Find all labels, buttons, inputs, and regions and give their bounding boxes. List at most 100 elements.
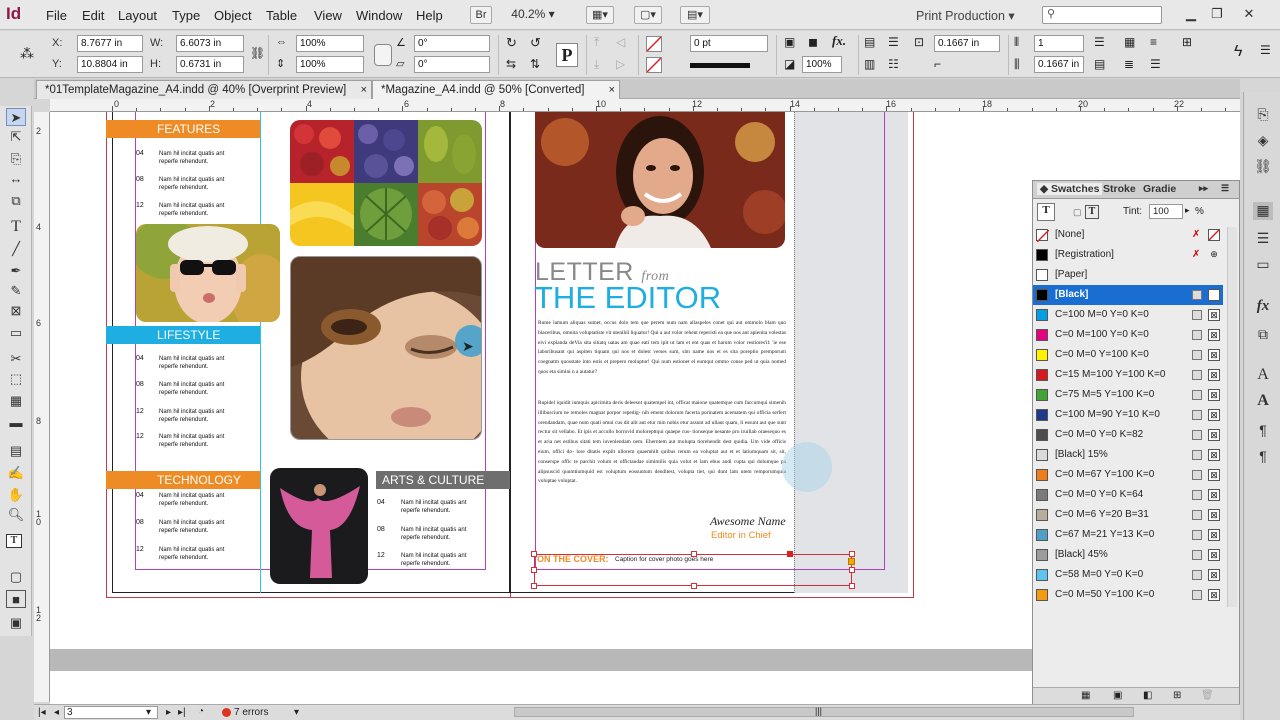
arrange-documents-icon[interactable]: ▤▾: [680, 6, 710, 24]
scissors-tool-icon[interactable]: ✂: [6, 350, 26, 368]
tab-swatches[interactable]: ◆ Swatches: [1037, 183, 1103, 195]
swatch-row[interactable]: C=75 M=5 Y=100 K=0 ⊠: [1033, 385, 1223, 405]
features-header[interactable]: FEATURES: [106, 120, 260, 138]
stroke-type-dropdown[interactable]: [690, 58, 768, 72]
scale-y-field[interactable]: 100%: [296, 56, 364, 73]
pen-tool-icon[interactable]: ✒: [6, 262, 26, 280]
swatch-row[interactable]: C=0 M=50 Y=100 K=0 ⊠: [1033, 585, 1223, 605]
selection-handle[interactable]: [849, 551, 855, 557]
the-editor-heading[interactable]: THE EDITOR: [534, 280, 721, 316]
item-text[interactable]: Nam hil incitat quatis ant reperfe rehen…: [159, 176, 239, 192]
item-text[interactable]: Nam hil incitat quatis ant reperfe rehen…: [159, 381, 239, 397]
selection-handle[interactable]: [691, 583, 697, 589]
close-icon[interactable]: ×: [609, 81, 615, 99]
signature-title[interactable]: Editor in Chief: [711, 530, 771, 541]
item-text[interactable]: Nam hil incitat quatis ant reperfe rehen…: [401, 552, 481, 568]
span-columns-icon[interactable]: ▦: [1124, 35, 1140, 51]
swatch-row[interactable]: C=67 M=21 Y=13 K=0 ⊠: [1033, 525, 1223, 545]
free-transform-tool-icon[interactable]: ⬚: [6, 370, 26, 388]
panel-menu-icon[interactable]: ☰: [1221, 183, 1229, 194]
rectangle-tool-icon[interactable]: ▭: [6, 324, 26, 342]
lifestyle-header[interactable]: LIFESTYLE: [106, 326, 260, 344]
screen-mode-icon[interactable]: ▣: [6, 614, 26, 632]
pages-panel-icon[interactable]: ⎘: [1253, 106, 1273, 124]
selection-handle[interactable]: [787, 551, 793, 557]
menu-file[interactable]: File: [46, 8, 67, 23]
overflow-handle[interactable]: [848, 558, 855, 565]
fruit-collage-photo[interactable]: [290, 120, 482, 246]
split-columns-icon[interactable]: ≡: [1150, 35, 1166, 51]
stroke-panel-icon[interactable]: ☰: [1253, 230, 1273, 248]
swatch-row[interactable]: C=0 M=100 Y=0 K=0 ⊠: [1033, 325, 1223, 345]
paragraph-icon[interactable]: P: [556, 43, 578, 67]
align-center-icon[interactable]: ☰: [888, 35, 904, 51]
swatch-row[interactable]: C=58 M=0 Y=0 K=0 ⊠: [1033, 565, 1223, 585]
dancer-photo[interactable]: [270, 468, 368, 584]
constrain-proportions-icon[interactable]: ⛓: [250, 46, 266, 62]
links-panel-icon[interactable]: ⛓: [1253, 158, 1273, 176]
screen-mode-icon[interactable]: ▢▾: [634, 6, 662, 24]
item-text[interactable]: Nam hil incitat quatis ant reperfe rehen…: [159, 492, 239, 508]
flip-v-icon[interactable]: ⇅: [530, 57, 546, 73]
select-container-icon[interactable]: ⤒: [594, 35, 610, 51]
gap-tool-icon[interactable]: ↔: [6, 170, 26, 188]
stroke-swatch-icon[interactable]: [646, 57, 662, 73]
flip-h-icon[interactable]: ⇆: [506, 57, 522, 73]
makeup-face-photo[interactable]: [290, 256, 482, 440]
character-panel-icon[interactable]: A: [1253, 366, 1273, 384]
text-wrap-icon[interactable]: ▥: [864, 57, 880, 73]
selection-tool-icon[interactable]: ➤: [6, 108, 26, 126]
bridge-button[interactable]: Br: [470, 6, 492, 24]
tab-gradient[interactable]: Gradie: [1143, 183, 1176, 195]
opacity-field[interactable]: 100%: [802, 56, 842, 73]
gutter-field[interactable]: 0.1667 in: [1034, 56, 1084, 73]
item-text[interactable]: Nam hil incitat quatis ant reperfe rehen…: [159, 202, 239, 218]
item-text[interactable]: Nam hil incitat quatis ant reperfe rehen…: [159, 150, 239, 166]
first-page-icon[interactable]: |◂: [38, 707, 46, 718]
item-text[interactable]: Nam hil incitat quatis ant reperfe rehen…: [401, 499, 481, 515]
rotate-ccw-icon[interactable]: ↺: [530, 35, 546, 51]
effects-panel-icon[interactable]: fx: [1253, 298, 1273, 316]
lightning-icon[interactable]: ϟ: [1234, 43, 1250, 60]
tint-field[interactable]: 100: [1149, 204, 1183, 219]
item-text[interactable]: Nam hil incitat quatis ant reperfe rehen…: [159, 355, 239, 371]
drop-shadow-icon[interactable]: ▣: [784, 35, 800, 51]
selection-handle[interactable]: [531, 583, 537, 589]
swatch-row[interactable]: [Black] ⊠: [1033, 285, 1223, 305]
menu-window[interactable]: Window: [356, 8, 402, 23]
fill-stroke-icon[interactable]: T: [1037, 203, 1055, 221]
fx-icon[interactable]: fx.: [832, 33, 848, 49]
new-swatch-icon[interactable]: ⊞: [1173, 690, 1181, 701]
hand-tool-icon[interactable]: ✋: [6, 486, 26, 504]
next-page-icon[interactable]: ▸: [166, 707, 171, 718]
item-text[interactable]: Nam hil incitat quatis ant reperfe rehen…: [159, 519, 239, 535]
zoom-tool-icon[interactable]: 🔍︎: [6, 506, 26, 524]
show-all-swatches-icon[interactable]: ▦: [1081, 690, 1090, 701]
swatch-row[interactable]: C=0 M=0 Y=0 K=82 ⊠: [1033, 425, 1223, 445]
paragraph-panel-icon[interactable]: ¶: [1253, 448, 1273, 466]
tab-magazine-a4[interactable]: *Magazine_A4.indd @ 50% [Converted] ×: [372, 80, 620, 99]
paragraph-styles-icon[interactable]: ¶: [1253, 422, 1273, 440]
tab-stroke[interactable]: Stroke: [1103, 183, 1136, 195]
show-color-swatches-icon[interactable]: ▣: [1113, 690, 1122, 701]
rectangle-frame-tool-icon[interactable]: ⊠: [6, 302, 26, 320]
swatch-row[interactable]: [Black] 15% ⊠: [1033, 445, 1223, 465]
text-bottom-icon[interactable]: ☷: [888, 57, 904, 73]
zoom-level-dropdown[interactable]: 40.2% ▾: [500, 6, 566, 24]
align-frame-icon[interactable]: ▤: [864, 35, 880, 51]
editor-body-paragraph-2[interactable]: Rupidel iquidit iumquis apicimita deris …: [538, 399, 786, 509]
item-text[interactable]: Nam hil incitat quatis ant reperfe rehen…: [401, 526, 481, 542]
y-field[interactable]: 10.8804 in: [77, 56, 143, 73]
preflight-errors[interactable]: 7 errors: [234, 707, 268, 718]
swatch-row[interactable]: C=100 M=0 Y=0 K=0 ⊠: [1033, 305, 1223, 325]
shear-field[interactable]: 0°: [414, 56, 490, 73]
selection-handle[interactable]: [849, 583, 855, 589]
menu-table[interactable]: Table: [266, 8, 297, 23]
swatch-row[interactable]: [Paper]: [1033, 265, 1223, 285]
menu-edit[interactable]: Edit: [82, 8, 104, 23]
menu-type[interactable]: Type: [172, 8, 200, 23]
menu-view[interactable]: View: [314, 8, 342, 23]
stroke-weight-field[interactable]: 0 pt: [690, 35, 768, 52]
show-gradient-swatches-icon[interactable]: ◧: [1143, 690, 1152, 701]
swatches-panel-icon[interactable]: ▦: [1253, 202, 1273, 220]
